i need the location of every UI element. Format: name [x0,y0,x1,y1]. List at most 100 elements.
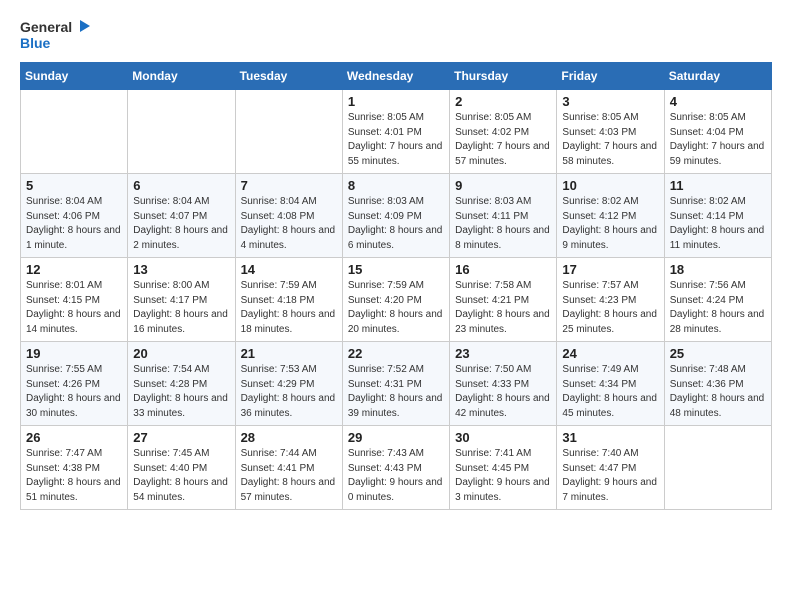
day-cell: 1Sunrise: 8:05 AMSunset: 4:01 PMDaylight… [342,90,449,174]
day-cell: 9Sunrise: 8:03 AMSunset: 4:11 PMDaylight… [450,174,557,258]
weekday-header-row: SundayMondayTuesdayWednesdayThursdayFrid… [21,63,772,90]
day-info: Sunrise: 8:04 AMSunset: 4:06 PMDaylight:… [26,195,122,253]
day-info: Sunrise: 7:59 AMSunset: 4:18 PMDaylight:… [241,279,337,337]
day-number: 26 [26,430,122,445]
day-cell: 21 Sunrise: 7:53 AMSunset: 4:29 PMDayligh… [235,342,342,426]
day-info: Sunrise: 7:45 AMSunset: 4:40 PMDaylight:… [133,447,229,505]
day-number: 4 [670,94,766,109]
day-info: Sunrise: 8:02 AMSunset: 4:12 PMDaylight:… [562,195,658,253]
day-cell: 4 Sunrise: 8:05 AMSunset: 4:04 PMDaylight… [664,90,771,174]
day-cell: 25 Sunrise: 7:48 AMSunset: 4:36 PMDayligh… [664,342,771,426]
day-cell: 29 Sunrise: 7:43 AMSunset: 4:43 PMDayligh… [342,426,449,510]
day-info: Sunrise: 7:57 AMSunset: 4:23 PMDaylight:… [562,279,658,337]
day-info: Sunrise: 8:05 AMSunset: 4:04 PMDaylight:… [670,111,766,169]
day-number: 7 [241,178,337,193]
day-cell: 16Sunrise: 7:58 AMSunset: 4:21 PMDayligh… [450,258,557,342]
day-number: 21 [241,346,337,361]
day-cell: 22 Sunrise: 7:52 AMSunset: 4:31 PMDayligh… [342,342,449,426]
header: GeneralBlue [20,16,772,52]
day-cell: 19Sunrise: 7:55 AMSunset: 4:26 PMDayligh… [21,342,128,426]
day-info: Sunrise: 7:48 AMSunset: 4:36 PMDaylight:… [670,363,766,421]
day-info: Sunrise: 7:43 AMSunset: 4:43 PMDaylight:… [348,447,444,505]
day-cell: 11 Sunrise: 8:02 AMSunset: 4:14 PMDayligh… [664,174,771,258]
day-number: 9 [455,178,551,193]
day-info: Sunrise: 7:47 AMSunset: 4:38 PMDaylight:… [26,447,122,505]
day-info: Sunrise: 7:55 AMSunset: 4:26 PMDaylight:… [26,363,122,421]
day-number: 5 [26,178,122,193]
day-number: 24 [562,346,658,361]
day-cell [128,90,235,174]
weekday-header-monday: Monday [128,63,235,90]
day-number: 14 [241,262,337,277]
day-info: Sunrise: 7:53 AMSunset: 4:29 PMDaylight:… [241,363,337,421]
day-cell: 5 Sunrise: 8:04 AMSunset: 4:06 PMDaylight… [21,174,128,258]
weekday-header-friday: Friday [557,63,664,90]
day-cell: 30Sunrise: 7:41 AMSunset: 4:45 PMDayligh… [450,426,557,510]
day-cell: 26 Sunrise: 7:47 AMSunset: 4:38 PMDayligh… [21,426,128,510]
weekday-header-tuesday: Tuesday [235,63,342,90]
day-cell: 18 Sunrise: 7:56 AMSunset: 4:24 PMDayligh… [664,258,771,342]
week-row-4: 19Sunrise: 7:55 AMSunset: 4:26 PMDayligh… [21,342,772,426]
day-info: Sunrise: 8:04 AMSunset: 4:08 PMDaylight:… [241,195,337,253]
day-cell [664,426,771,510]
day-cell: 7 Sunrise: 8:04 AMSunset: 4:08 PMDaylight… [235,174,342,258]
day-info: Sunrise: 8:05 AMSunset: 4:01 PMDaylight:… [348,111,444,169]
day-info: Sunrise: 8:05 AMSunset: 4:02 PMDaylight:… [455,111,551,169]
day-info: Sunrise: 7:40 AMSunset: 4:47 PMDaylight:… [562,447,658,505]
weekday-header-wednesday: Wednesday [342,63,449,90]
week-row-5: 26 Sunrise: 7:47 AMSunset: 4:38 PMDayligh… [21,426,772,510]
week-row-2: 5 Sunrise: 8:04 AMSunset: 4:06 PMDaylight… [21,174,772,258]
day-number: 31 [562,430,658,445]
day-number: 15 [348,262,444,277]
logo: GeneralBlue [20,16,100,52]
day-info: Sunrise: 7:49 AMSunset: 4:34 PMDaylight:… [562,363,658,421]
day-info: Sunrise: 7:59 AMSunset: 4:20 PMDaylight:… [348,279,444,337]
week-row-1: 1Sunrise: 8:05 AMSunset: 4:01 PMDaylight… [21,90,772,174]
day-cell [235,90,342,174]
day-info: Sunrise: 8:04 AMSunset: 4:07 PMDaylight:… [133,195,229,253]
day-info: Sunrise: 7:52 AMSunset: 4:31 PMDaylight:… [348,363,444,421]
day-info: Sunrise: 8:01 AMSunset: 4:15 PMDaylight:… [26,279,122,337]
day-cell: 20 Sunrise: 7:54 AMSunset: 4:28 PMDayligh… [128,342,235,426]
logo-svg: GeneralBlue [20,16,100,52]
day-number: 25 [670,346,766,361]
day-number: 10 [562,178,658,193]
day-cell: 28 Sunrise: 7:44 AMSunset: 4:41 PMDayligh… [235,426,342,510]
weekday-header-saturday: Saturday [664,63,771,90]
day-number: 17 [562,262,658,277]
day-number: 28 [241,430,337,445]
day-info: Sunrise: 7:56 AMSunset: 4:24 PMDaylight:… [670,279,766,337]
day-number: 22 [348,346,444,361]
day-info: Sunrise: 8:02 AMSunset: 4:14 PMDaylight:… [670,195,766,253]
day-cell [21,90,128,174]
day-number: 8 [348,178,444,193]
day-number: 3 [562,94,658,109]
day-cell: 31 Sunrise: 7:40 AMSunset: 4:47 PMDayligh… [557,426,664,510]
day-number: 23 [455,346,551,361]
day-info: Sunrise: 7:50 AMSunset: 4:33 PMDaylight:… [455,363,551,421]
day-number: 30 [455,430,551,445]
day-number: 20 [133,346,229,361]
day-cell: 27 Sunrise: 7:45 AMSunset: 4:40 PMDayligh… [128,426,235,510]
day-info: Sunrise: 7:58 AMSunset: 4:21 PMDaylight:… [455,279,551,337]
svg-text:Blue: Blue [20,35,51,51]
day-number: 27 [133,430,229,445]
day-info: Sunrise: 8:00 AMSunset: 4:17 PMDaylight:… [133,279,229,337]
svg-text:General: General [20,19,72,35]
day-cell: 2 Sunrise: 8:05 AMSunset: 4:02 PMDaylight… [450,90,557,174]
day-cell: 24 Sunrise: 7:49 AMSunset: 4:34 PMDayligh… [557,342,664,426]
weekday-header-sunday: Sunday [21,63,128,90]
day-info: Sunrise: 7:54 AMSunset: 4:28 PMDaylight:… [133,363,229,421]
day-info: Sunrise: 7:44 AMSunset: 4:41 PMDaylight:… [241,447,337,505]
day-number: 11 [670,178,766,193]
week-row-3: 12Sunrise: 8:01 AMSunset: 4:15 PMDayligh… [21,258,772,342]
day-info: Sunrise: 8:03 AMSunset: 4:09 PMDaylight:… [348,195,444,253]
day-number: 18 [670,262,766,277]
day-cell: 15 Sunrise: 7:59 AMSunset: 4:20 PMDayligh… [342,258,449,342]
day-cell: 13Sunrise: 8:00 AMSunset: 4:17 PMDayligh… [128,258,235,342]
day-cell: 6Sunrise: 8:04 AMSunset: 4:07 PMDaylight… [128,174,235,258]
day-cell: 14 Sunrise: 7:59 AMSunset: 4:18 PMDayligh… [235,258,342,342]
day-number: 29 [348,430,444,445]
calendar-table: SundayMondayTuesdayWednesdayThursdayFrid… [20,62,772,510]
day-number: 2 [455,94,551,109]
